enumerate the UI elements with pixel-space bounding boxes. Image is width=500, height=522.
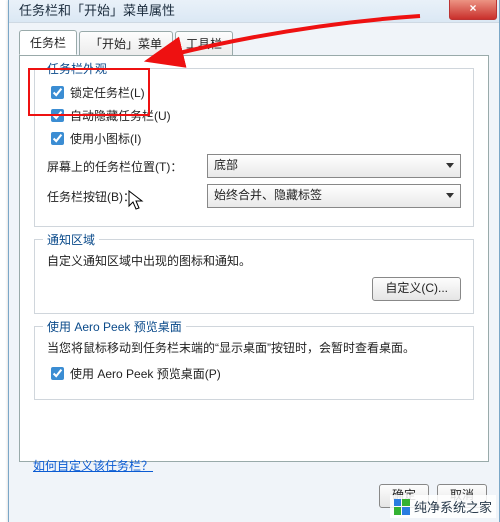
tab-start-menu[interactable]: 「开始」菜单 — [79, 31, 173, 55]
watermark-logo-icon — [394, 499, 410, 515]
checkbox-lock-taskbar[interactable]: 锁定任务栏(L) — [47, 83, 461, 102]
watermark: 纯净系统之家 — [390, 495, 496, 518]
checkbox-aero-peek-input[interactable] — [51, 367, 64, 380]
checkbox-lock-taskbar-input[interactable] — [51, 86, 64, 99]
label-position: 屏幕上的任务栏位置(T)： — [47, 158, 207, 175]
group-notification: 通知区域 自定义通知区域中出现的图标和通知。 自定义(C)... — [34, 239, 474, 314]
tab-toolbars[interactable]: 工具栏 — [175, 31, 233, 55]
checkbox-autohide-input[interactable] — [51, 109, 64, 122]
aero-desc: 当您将鼠标移动到任务栏末端的“显示桌面”按钮时，会暂时查看桌面。 — [47, 339, 461, 358]
tab-strip: 任务栏 「开始」菜单 工具栏 — [19, 31, 499, 55]
properties-window: 任务栏和「开始」菜单属性 × 任务栏 「开始」菜单 工具栏 任务栏外观 锁定任务… — [8, 0, 500, 522]
combo-position[interactable]: 底部 — [207, 154, 461, 178]
label-buttons: 任务栏按钮(B)： — [47, 188, 207, 205]
checkbox-autohide[interactable]: 自动隐藏任务栏(U) — [47, 106, 461, 125]
stage: 任务栏和「开始」菜单属性 × 任务栏 「开始」菜单 工具栏 任务栏外观 锁定任务… — [0, 0, 500, 522]
help-link[interactable]: 如何自定义该任务栏？ — [33, 459, 153, 473]
tab-page-taskbar: 任务栏外观 锁定任务栏(L) 自动隐藏任务栏(U) 使用小图标(I) 屏幕上的任… — [19, 55, 489, 462]
customize-button[interactable]: 自定义(C)... — [372, 277, 461, 301]
checkbox-aero-peek[interactable]: 使用 Aero Peek 预览桌面(P) — [47, 364, 461, 383]
checkbox-aero-peek-label: 使用 Aero Peek 预览桌面(P) — [70, 365, 221, 382]
checkbox-lock-taskbar-label: 锁定任务栏(L) — [70, 84, 145, 101]
group-aero-peek: 使用 Aero Peek 预览桌面 当您将鼠标移动到任务栏末端的“显示桌面”按钮… — [34, 326, 474, 400]
help-link-row: 如何自定义该任务栏？ — [33, 457, 153, 474]
tab-taskbar[interactable]: 任务栏 — [19, 30, 77, 55]
watermark-text: 纯净系统之家 — [414, 497, 492, 516]
row-position: 屏幕上的任务栏位置(T)： 底部 — [47, 154, 461, 178]
notification-desc: 自定义通知区域中出现的图标和通知。 — [47, 252, 461, 271]
group-aero-peek-legend: 使用 Aero Peek 预览桌面 — [43, 318, 186, 335]
combo-buttons[interactable]: 始终合并、隐藏标签 — [207, 184, 461, 208]
group-appearance-legend: 任务栏外观 — [43, 60, 111, 77]
window-title: 任务栏和「开始」菜单属性 — [9, 0, 499, 23]
checkbox-small-icons-input[interactable] — [51, 132, 64, 145]
group-notification-legend: 通知区域 — [43, 231, 99, 248]
checkbox-autohide-label: 自动隐藏任务栏(U) — [70, 107, 171, 124]
group-appearance: 任务栏外观 锁定任务栏(L) 自动隐藏任务栏(U) 使用小图标(I) 屏幕上的任… — [34, 68, 474, 227]
row-buttons: 任务栏按钮(B)： 始终合并、隐藏标签 — [47, 184, 461, 208]
window-close-button[interactable]: × — [449, 0, 497, 20]
checkbox-small-icons-label: 使用小图标(I) — [70, 130, 141, 147]
checkbox-small-icons[interactable]: 使用小图标(I) — [47, 129, 461, 148]
